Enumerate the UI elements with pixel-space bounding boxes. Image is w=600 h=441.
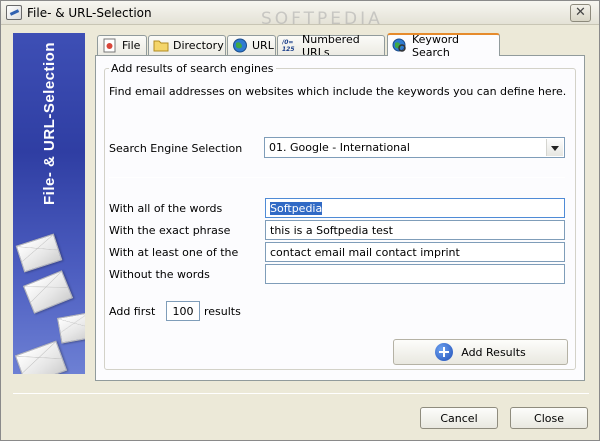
group-title: Add results of search engines (109, 62, 276, 75)
tab-file[interactable]: File (97, 35, 147, 55)
close-window-button[interactable]: ✕ (570, 4, 591, 22)
globe-icon (232, 38, 248, 53)
sidebar-banner: File- & URL-Selection (13, 33, 85, 374)
cancel-button[interactable]: Cancel (420, 407, 498, 429)
tab-directory[interactable]: Directory (148, 35, 226, 55)
tab-url[interactable]: URL (227, 35, 276, 55)
exact-phrase-input[interactable]: this is a Softpedia test (265, 220, 565, 240)
all-words-input[interactable]: Softpedia (265, 198, 565, 218)
watermark: SOFTPEDIA (261, 9, 383, 29)
tab-label: File (122, 39, 141, 52)
description-text: Find email addresses on websites which i… (109, 85, 567, 98)
at-least-one-label: With at least one of the (109, 246, 239, 259)
without-words-input[interactable] (265, 264, 565, 284)
tab-label: Directory (173, 39, 224, 52)
numbered-urls-icon: /0= 125 (281, 38, 298, 53)
search-engine-value: 01. Google - International (269, 141, 410, 154)
all-words-label: With all of the words (109, 202, 223, 215)
keyword-search-panel (95, 55, 585, 381)
search-globe-icon (392, 38, 408, 53)
envelope-icon (56, 312, 85, 344)
search-engine-select[interactable]: 01. Google - International (264, 137, 565, 158)
without-words-label: Without the words (109, 268, 210, 281)
dialog-window: File- & URL-Selection SOFTPEDIA ✕ File- … (0, 0, 600, 441)
sidebar-title: File- & URL-Selection (41, 41, 58, 205)
tab-numbered-urls[interactable]: /0= 125 Numbered URLs (277, 33, 385, 59)
results-count-input[interactable]: 100 (166, 301, 200, 321)
tab-label: Keyword Search (412, 32, 459, 59)
exact-phrase-label: With the exact phrase (109, 224, 231, 237)
folder-icon (153, 38, 169, 53)
footer-separator (13, 393, 589, 394)
svg-text:/0=: /0= (282, 39, 293, 46)
title-bar[interactable]: File- & URL-Selection SOFTPEDIA ✕ (1, 1, 599, 29)
window-title: File- & URL-Selection (27, 6, 152, 20)
envelope-icon (15, 233, 63, 273)
add-first-label: Add first (109, 305, 156, 318)
search-group-box (104, 68, 576, 370)
app-icon (6, 5, 22, 20)
tab-keyword-search[interactable]: Keyword Search (387, 32, 500, 59)
tab-label: URL (252, 39, 274, 52)
add-results-button[interactable]: Add Results (393, 339, 568, 365)
results-label: results (204, 305, 241, 318)
envelope-icon (22, 270, 74, 314)
separator (109, 177, 565, 178)
add-results-label: Add Results (461, 345, 526, 359)
chevron-down-icon[interactable] (546, 139, 563, 156)
at-least-one-input[interactable]: contact email mail contact imprint (265, 242, 565, 262)
plus-icon (435, 343, 454, 361)
envelope-icon (14, 340, 68, 374)
engine-label: Search Engine Selection (109, 142, 243, 155)
close-button[interactable]: Close (510, 407, 588, 429)
all-words-value: Softpedia (270, 202, 323, 215)
svg-text:125: 125 (282, 46, 295, 53)
file-icon (102, 38, 118, 53)
